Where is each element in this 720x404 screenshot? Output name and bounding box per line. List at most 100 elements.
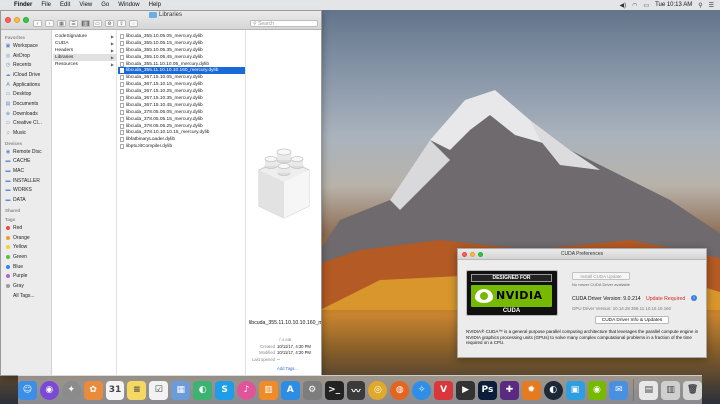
file-row[interactable]: libcuda_378.05.05.05_mercury.dylib [118,109,245,116]
sidebar-device-installer[interactable]: ▬ INSTALLER [1,176,51,186]
sidebar-item-applications[interactable]: A Applications [1,80,51,90]
sidebar-tag-red[interactable]: Red [1,223,51,233]
menu-view[interactable]: View [79,2,92,8]
folder-row[interactable]: Headers ▶ [53,47,116,54]
file-row[interactable]: libcuda_378.05.05.25_mercury.dylib [118,123,245,130]
volume-icon[interactable]: ◀) [620,2,627,9]
preview-icon[interactable]: ▦ [171,380,191,400]
folder-row[interactable]: Resources ▶ [53,61,116,68]
photoshop-icon[interactable]: Ps [477,380,497,400]
add-tags-link[interactable]: Add Tags... [277,366,298,371]
app-store-icon[interactable]: A [280,380,300,400]
file-row[interactable]: libcuda_355.10.05.05_mercury.dylib [118,33,245,40]
media-icon[interactable]: ▣ [565,380,585,400]
share-button[interactable]: ⇪ [117,20,126,27]
sidebar-tag-yellow[interactable]: Yellow [1,242,51,252]
sidebar-tag-blue[interactable]: Blue [1,262,51,272]
menu-window[interactable]: Window [118,2,139,8]
system-preferences-icon[interactable]: ⚙ [302,380,322,400]
file-row[interactable]: libcuda_355.11.10.10.05_mercury.dylib [118,61,245,68]
mail-icon[interactable]: ✉ [609,380,629,400]
activity-monitor-icon[interactable]: 〰 [346,380,366,400]
ibooks-icon[interactable]: ▥ [258,380,278,400]
final-cut-icon[interactable]: ▶ [456,380,475,400]
gallery-view-button[interactable]: ▭ [93,20,102,27]
column-view-button[interactable]: ▥ [81,20,90,27]
finder-titlebar[interactable]: Libraries ‹ › ▦ ☰ ▥ ▭ ⚙ ⇪ ◌ ⚲ Search [1,11,321,30]
menu-finder[interactable]: Finder [14,2,32,8]
folder-row[interactable]: CUDA ▶ [53,40,116,47]
flstudio-icon[interactable]: ✹ [521,380,541,400]
document-icon[interactable]: ▤ [639,380,659,400]
sidebar-tag-green[interactable]: Green [1,252,51,262]
zoom-button[interactable] [23,17,29,23]
trash-icon[interactable]: 🗑 [683,380,703,400]
file-row[interactable]: libcuda_367.15.10.35_mercury.dylib [118,95,245,102]
file-row[interactable]: libptxJitCompiler.dylib [118,143,245,150]
file-row[interactable]: libcuda_378.10.10.10.15_mercury.dylib [118,129,245,136]
cuda-icon[interactable]: ◉ [587,380,607,400]
facetime-icon[interactable]: ◐ [193,380,213,400]
spotlight-icon[interactable]: ⚲ [698,2,702,9]
sidebar-item-downloads[interactable]: ⊕ Downloads [1,109,51,119]
cuda-driver-info-button[interactable]: CUDA Driver Info & Updates [595,316,669,324]
sidebar-item-airdrop[interactable]: ◎ AirDrop [1,51,51,61]
launchpad-icon[interactable]: ✦ [61,380,81,400]
photos-icon[interactable]: ✿ [83,380,103,400]
downloads-stack-icon[interactable]: ▥ [661,380,681,400]
forward-button[interactable]: › [45,20,54,27]
sidebar-tag-orange[interactable]: Orange [1,233,51,243]
file-row[interactable]: libcuda_355.10.05.15_mercury.dylib [118,40,245,47]
info-icon[interactable]: i [691,295,697,301]
file-row[interactable]: libcuda_367.15.10.05_mercury.dylib [118,74,245,81]
sidebar-device-remote-disc[interactable]: ◉ Remote Disc [1,147,51,157]
minimize-button[interactable] [14,17,20,23]
sidebar-item-recents[interactable]: ◷ Recents [1,60,51,70]
close-button[interactable] [5,17,11,23]
sidebar-device-works[interactable]: ▬ WORKS [1,186,51,196]
cuda-titlebar[interactable]: CUDA Preferences [458,249,706,260]
sidebar-item-icloud-drive[interactable]: ☁ iCloud Drive [1,70,51,80]
arrange-button[interactable]: ⚙ [105,20,114,27]
file-row[interactable]: libcuda_367.15.10.15_mercury.dylib [118,81,245,88]
sidebar-tag-all-tags[interactable]: All Tags... [1,291,51,301]
menu-help[interactable]: Help [149,2,161,8]
install-cuda-update-button[interactable]: Install CUDA Update [572,272,630,280]
list-view-button[interactable]: ☰ [69,20,78,27]
steam-icon[interactable]: ◐ [543,380,563,400]
safari-icon[interactable]: ✧ [412,380,432,400]
notes-icon[interactable]: ≡ [127,380,147,400]
reminders-icon[interactable]: ☑ [149,380,169,400]
terminal-icon[interactable]: >_ [324,380,344,400]
file-row[interactable]: libcuda_355.10.05.35_mercury.dylib [118,47,245,54]
battery-icon[interactable]: ▭ [643,2,649,9]
sidebar-item-workspace[interactable]: ▣ Workspace [1,41,51,51]
file-row[interactable]: libfatbinaryLoader.dylib [118,136,245,143]
menu-edit[interactable]: Edit [60,2,70,8]
icon-view-button[interactable]: ▦ [57,20,66,27]
folder-row[interactable]: CodeSignature ▶ [53,33,116,40]
sidebar-item-creative-cl[interactable]: ▭ Creative Cl... [1,119,51,129]
folder-row[interactable]: Libraries ▶ [53,53,116,61]
file-row[interactable]: libcuda_355.10.05.45_mercury.dylib [118,54,245,61]
calendar-icon[interactable]: 31 [105,380,125,400]
sidebar-device-cache[interactable]: ▬ CACHE [1,157,51,167]
tags-button[interactable]: ◌ [129,20,138,27]
file-row[interactable]: libcuda_355.11.10.10.10.160_mercury.dyli… [118,67,245,75]
sidebar-tag-gray[interactable]: Gray [1,281,51,291]
file-row[interactable]: libcuda_367.15.10.25_mercury.dylib [118,88,245,95]
sidebar-device-mac[interactable]: ▬ MAC [1,166,51,176]
finder-icon[interactable]: ☺ [17,380,37,400]
sidebar-item-documents[interactable]: ▤ Documents [1,99,51,109]
siri-icon[interactable]: ◉ [39,380,59,400]
sidebar-item-music[interactable]: ♫ Music [1,128,51,138]
menu-go[interactable]: Go [101,2,109,8]
back-button[interactable]: ‹ [33,20,42,27]
vivaldi-icon[interactable]: V [434,380,454,400]
notification-center-icon[interactable]: ☰ [709,2,714,9]
wifi-icon[interactable]: ◠ [632,2,637,9]
menu-clock[interactable]: Tue 10:13 AM [655,2,692,8]
file-row[interactable]: libcuda_378.05.05.15_mercury.dylib [118,116,245,123]
sidebar-item-desktop[interactable]: ▭ Desktop [1,89,51,99]
sidebar-device-data[interactable]: ▬ DATA [1,195,51,205]
